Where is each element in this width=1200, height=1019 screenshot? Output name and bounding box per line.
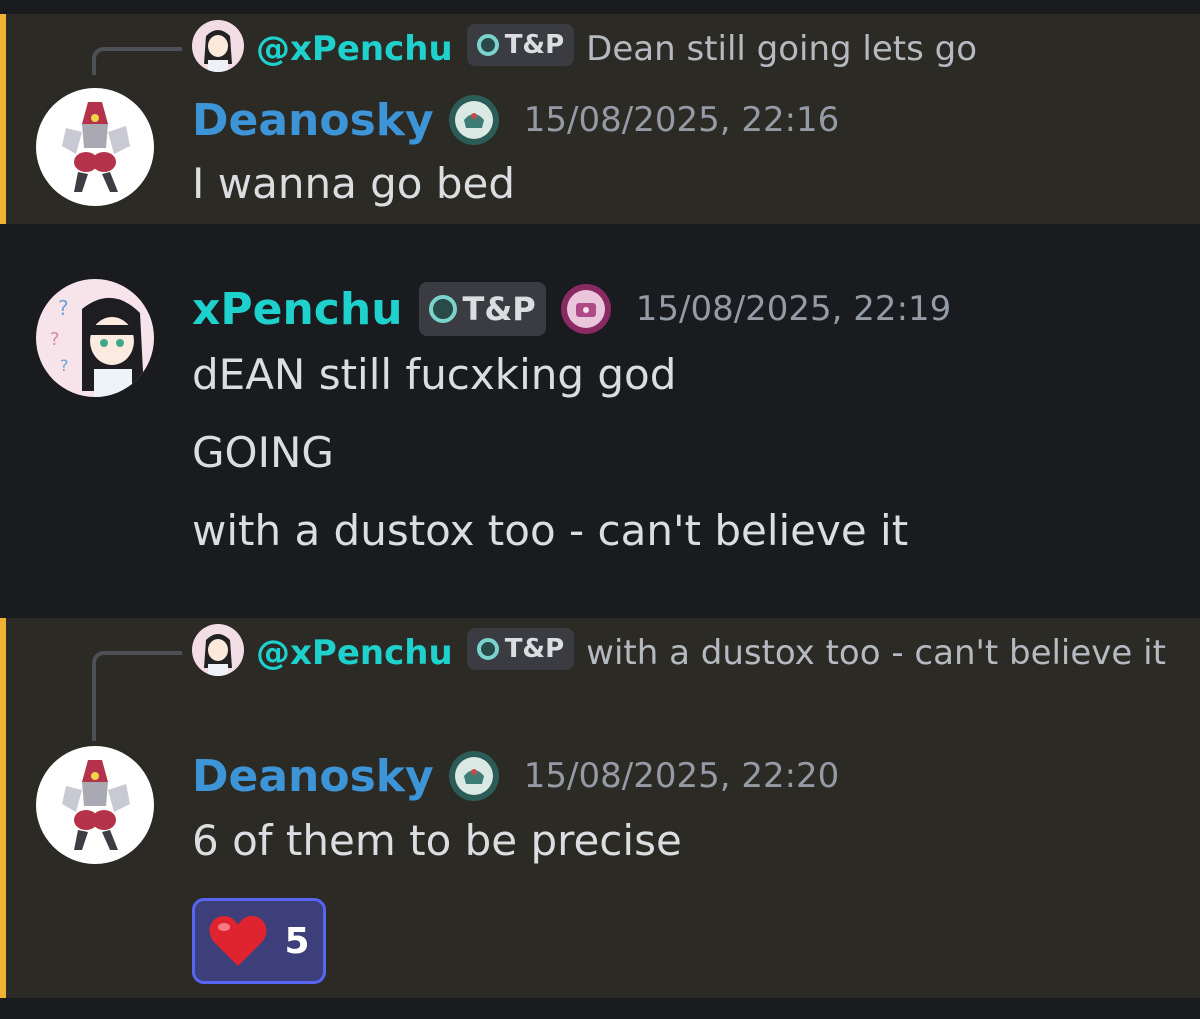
avatar-xpenchu[interactable]: ? ? ? [36, 279, 154, 397]
reply-text: with a dustox too - can't believe it [586, 633, 1166, 673]
message-header: xPenchu T&P 15/08/2025, 22:19 [192, 282, 951, 336]
avatar-deanosky[interactable] [36, 746, 154, 864]
role-tag: T&P [418, 282, 546, 336]
reply-preview[interactable]: @xPenchu T&P Dean still going lets go [190, 22, 1180, 76]
message-text-line-3: with a dustox too - can't believe it [192, 506, 909, 555]
svg-text:?: ? [50, 329, 60, 350]
reply-author-name[interactable]: @xPenchu [256, 633, 453, 673]
reply-text: Dean still going lets go [586, 29, 978, 69]
timestamp: 15/08/2025, 22:19 [635, 289, 952, 329]
tea-pizza-badge-icon[interactable] [448, 94, 500, 146]
author-name[interactable]: Deanosky [192, 751, 434, 802]
ring-icon [428, 295, 457, 323]
tea-pizza-badge-icon[interactable] [448, 750, 500, 802]
message-text-line-2: GOING [192, 428, 334, 477]
heart-emoji [209, 916, 267, 966]
message-3[interactable]: @xPenchu T&P with a dustox too - can't bel… [0, 618, 1200, 998]
avatar-deanosky[interactable] [36, 88, 154, 206]
ring-icon [476, 34, 499, 56]
author-name[interactable]: Deanosky [192, 95, 434, 146]
ring-icon [476, 638, 499, 660]
message-text-line-1: dEAN still fucxking god [192, 350, 677, 399]
reaction-count: 5 [284, 920, 310, 962]
reply-preview[interactable]: @xPenchu T&P with a dustox too - can't bel… [190, 626, 1180, 680]
reply-connector [92, 651, 182, 741]
message-2[interactable]: ? ? ? xPenchu T&P 15/08/2025, 22:19 dEAN… [0, 226, 1200, 616]
reply-role-tag: T&P [466, 628, 575, 670]
timestamp: 15/08/2025, 22:20 [523, 756, 840, 796]
timestamp: 15/08/2025, 22:16 [523, 100, 840, 140]
svg-text:?: ? [58, 296, 69, 320]
reply-role-tag: T&P [466, 24, 575, 66]
message-header: Deanosky 15/08/2025, 22:20 [192, 750, 839, 802]
tea-spice-badge-icon[interactable] [560, 283, 612, 335]
message-text: I wanna go bed [192, 159, 516, 208]
reply-connector [92, 47, 182, 75]
reply-author-name[interactable]: @xPenchu [256, 29, 453, 69]
message-header: Deanosky 15/08/2025, 22:16 [192, 94, 839, 146]
message-1[interactable]: @xPenchu T&P Dean still going lets go Dean… [0, 14, 1200, 224]
message-text: 6 of them to be precise [192, 816, 682, 865]
author-name[interactable]: xPenchu [192, 284, 403, 335]
svg-text:?: ? [60, 356, 69, 375]
reaction-heart[interactable]: 5 [192, 898, 326, 984]
